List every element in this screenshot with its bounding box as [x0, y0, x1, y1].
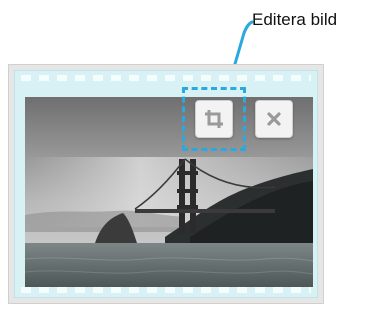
crop-button[interactable]: [195, 100, 233, 138]
frame-perforation-top: [21, 75, 311, 81]
frame-perforation-bottom: [21, 287, 311, 293]
callout-label: Editera bild: [252, 10, 338, 29]
close-icon: [267, 112, 281, 126]
close-button[interactable]: [255, 100, 293, 138]
crop-icon: [205, 110, 223, 128]
